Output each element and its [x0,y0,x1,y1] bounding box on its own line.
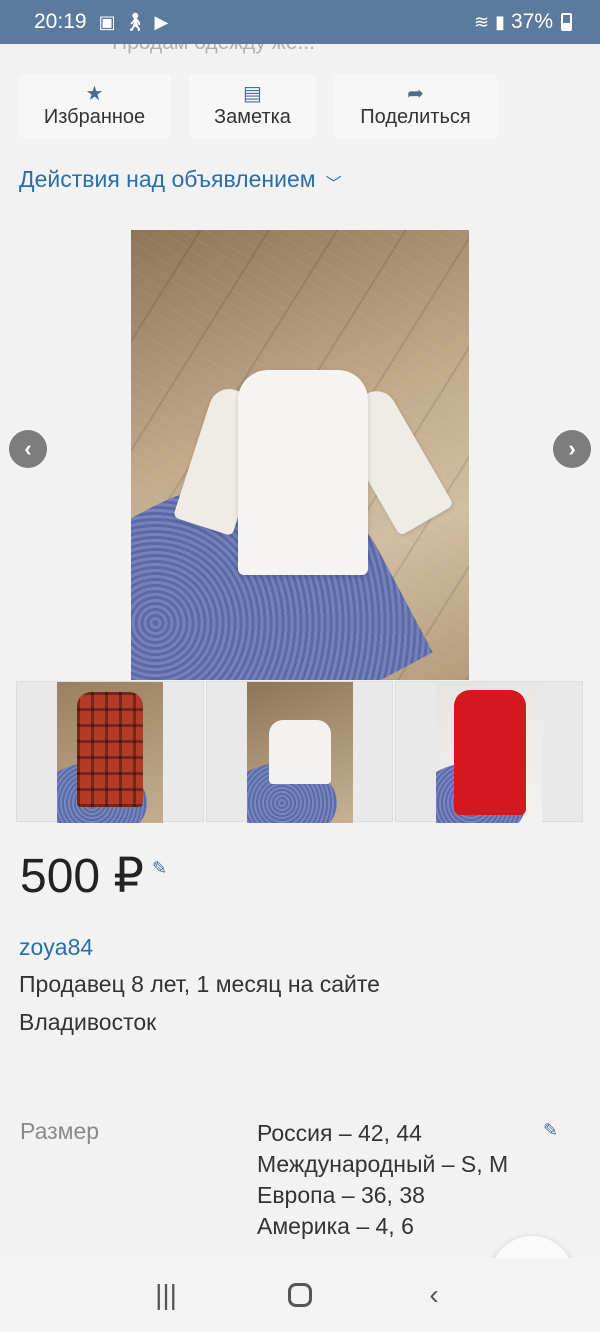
thumbnail-red-dress[interactable] [395,681,584,823]
chevron-left-icon: ‹ [24,436,32,461]
share-icon: ➦ [407,82,424,105]
gallery-icon: ▣ [98,12,116,32]
price-value: 500 ₽ [20,850,144,903]
pencil-icon[interactable]: ✎ [543,1120,558,1141]
blouse-image [172,370,454,580]
size-value-europe: Европа – 36, 38 [257,1182,425,1208]
listing-action-bar: ★ Избранное ▤ Заметка ➦ Поделиться [18,74,497,138]
note-icon: ▤ [243,82,262,105]
thumbnail-plaid-dress[interactable] [16,681,204,823]
seller-name-link[interactable]: zoya84 [19,934,93,961]
size-label: Размер [20,1118,100,1144]
recent-apps-button[interactable]: ||| [136,1279,196,1311]
wifi-icon: ≋ [473,12,490,32]
page-header-fragment: Продам одежду же... [0,44,600,58]
thumbnail-white-blouse[interactable] [205,681,394,823]
previous-photo-button[interactable]: ‹ [9,430,47,468]
chevron-right-icon: › [568,436,576,461]
status-notification-icons: ▣ 🚶︎ ▶ [99,13,169,31]
size-value-international: Международный – S, M [257,1151,509,1177]
photo-thumbnails [16,681,584,823]
star-icon: ★ [85,82,104,105]
signal-icon: ▮ [495,12,505,32]
share-label: Поделиться [360,105,471,128]
size-values: Россия – 42, 44 Международный – S, M Евр… [257,1118,508,1242]
seller-city: Владивосток [19,1009,157,1035]
battery-icon [561,13,572,31]
favorite-button[interactable]: ★ Избранное [18,74,171,138]
ad-actions-dropdown[interactable]: Действия над объявлением ﹀ [19,166,342,193]
pencil-icon[interactable]: ✎ [152,858,167,879]
favorite-label: Избранное [43,105,146,128]
walking-icon: 🚶︎ [123,12,147,32]
battery-percent: 37% [510,10,553,33]
size-value-russia: Россия – 42, 44 [257,1120,422,1146]
back-button[interactable]: ‹ [404,1279,464,1311]
ad-actions-label: Действия над объявлением [19,166,316,192]
system-navigation-bar: ||| ‹ [0,1258,600,1332]
seller-since: Продавец 8 лет, 1 месяц на сайте [19,971,380,997]
note-button[interactable]: ▤ Заметка [189,74,316,138]
status-time: 20:19 [34,10,87,33]
status-bar: 20:19 ▣ 🚶︎ ▶ ≋ ▮ 37% [0,0,600,44]
listing-title-fragment: Продам одежду же... [112,44,315,55]
listing-price: 500 ₽ ✎ [20,848,167,904]
youtube-icon: ▶ [154,12,169,32]
chevron-down-icon: ﹀ [325,175,342,193]
note-label: Заметка [214,105,291,128]
main-listing-photo[interactable] [131,230,469,680]
next-photo-button[interactable]: › [553,430,591,468]
size-value-america: Америка – 4, 6 [257,1213,414,1239]
home-button[interactable] [288,1283,312,1307]
share-button[interactable]: ➦ Поделиться [334,74,497,138]
